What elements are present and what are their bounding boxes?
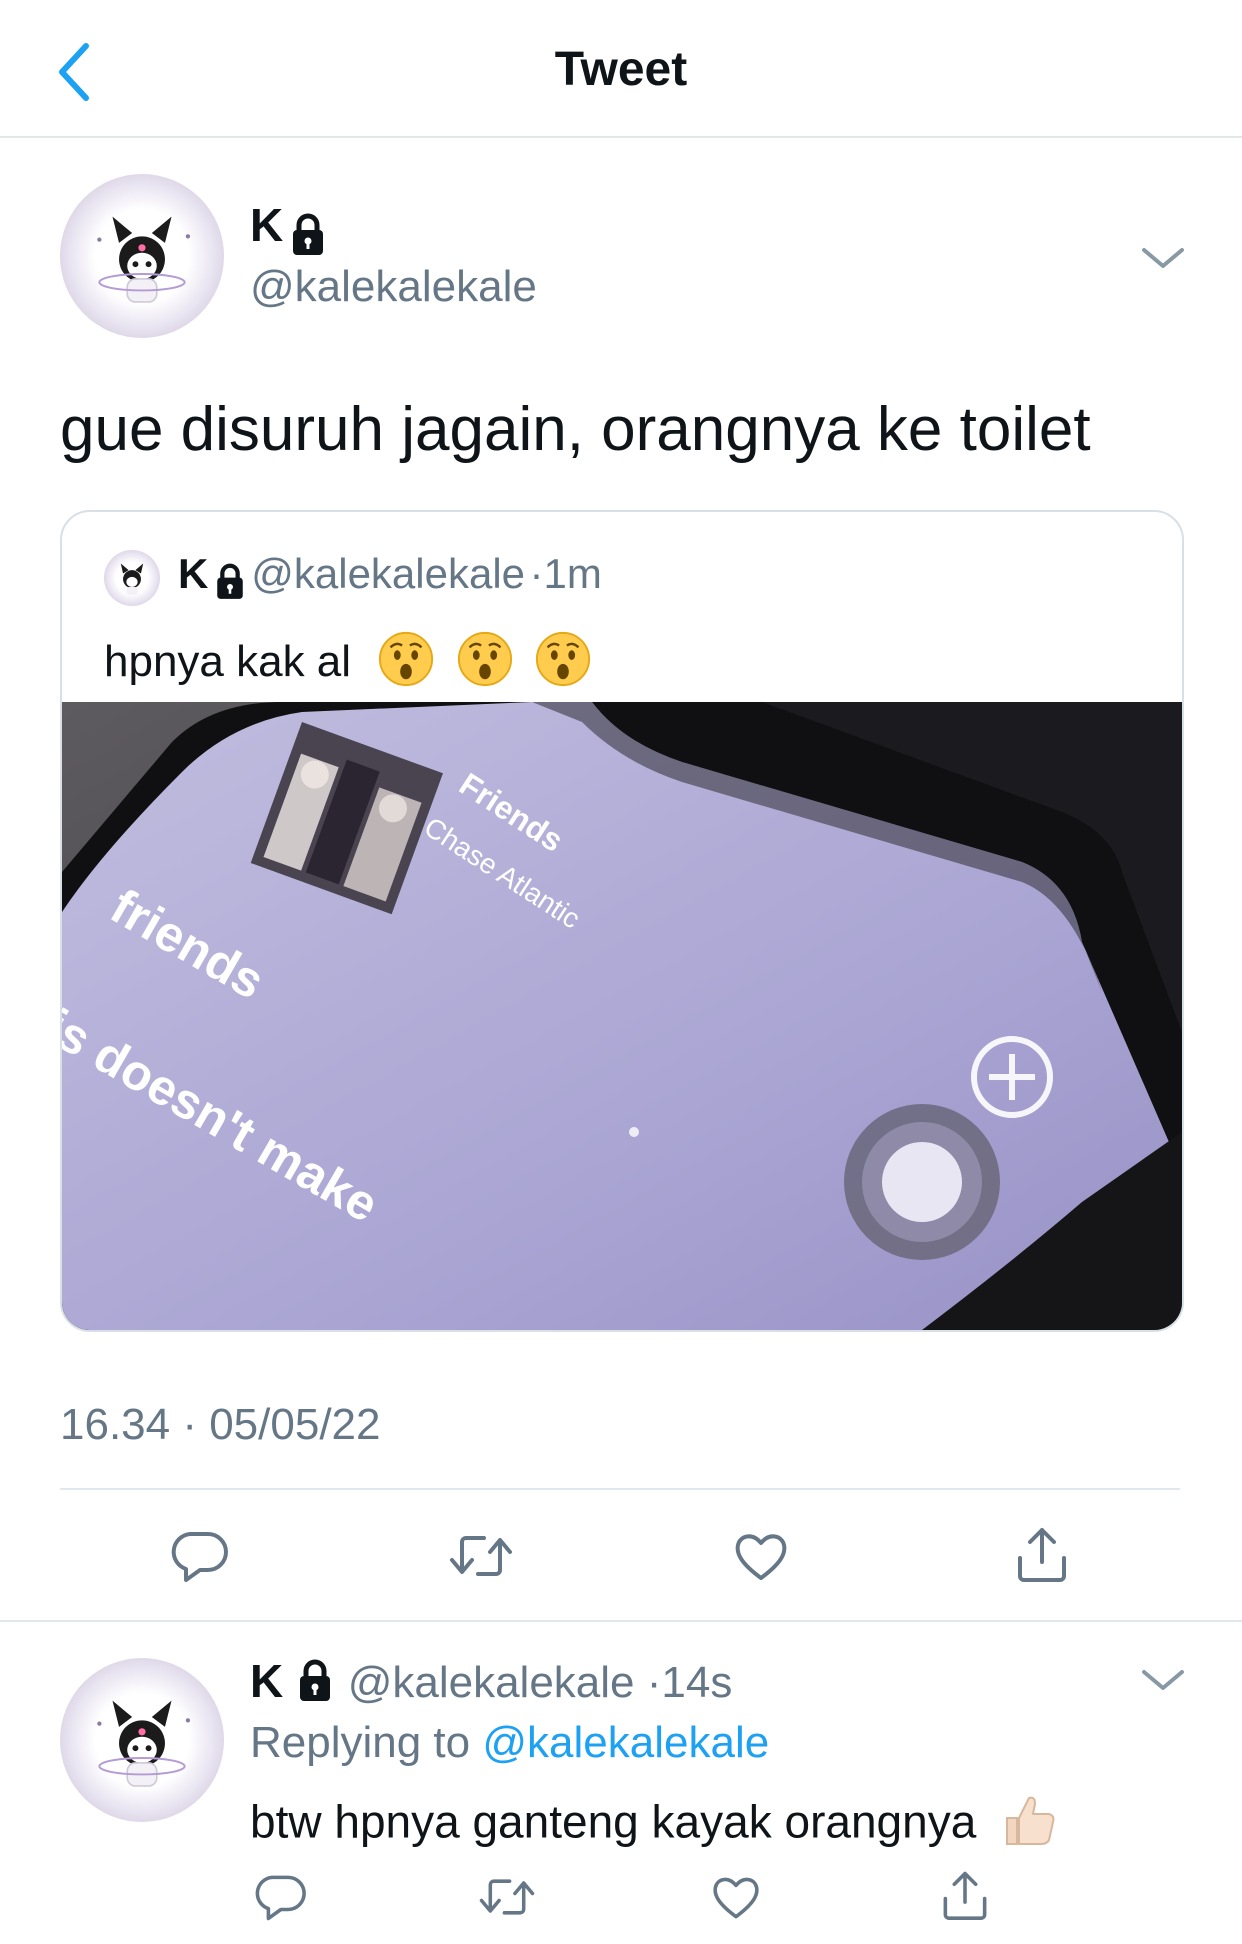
lock-icon	[288, 211, 328, 262]
reply-avatar[interactable]	[60, 1658, 224, 1822]
record-button-icon	[844, 1104, 1000, 1260]
hushed-face-emoji	[534, 630, 592, 699]
reply-author-handle[interactable]: @kalekalekale	[348, 1658, 635, 1707]
chevron-down-icon[interactable]	[1140, 1666, 1186, 1694]
quote-avatar	[104, 550, 160, 606]
author-name: K	[250, 199, 284, 251]
author-name-row: K	[250, 198, 328, 262]
reply-icon[interactable]	[170, 1528, 228, 1584]
quote-author-name: K	[178, 550, 209, 597]
quote-time: 1m	[543, 550, 602, 597]
top-bar: Tweet	[0, 0, 1242, 138]
lock-icon	[213, 561, 247, 606]
share-icon[interactable]	[1014, 1524, 1070, 1584]
tweet-timestamp: 16.34 · 05/05/22	[60, 1400, 381, 1449]
quote-header: K @kalekalekale ·1m	[178, 550, 602, 606]
reply-text-row: btw hpnya ganteng kayak orangnya	[250, 1790, 1059, 1861]
replying-to-label: Replying to	[250, 1718, 471, 1767]
retweet-icon[interactable]	[478, 1874, 536, 1920]
quote-author-handle: @kalekalekale	[251, 550, 526, 597]
quote-text: hpnya kak al	[104, 637, 352, 687]
divider	[0, 1620, 1242, 1622]
replying-to: Replying to @kalekalekale	[250, 1718, 769, 1768]
avatar[interactable]	[60, 174, 224, 338]
quote-photo[interactable]: Friends Chase Atlantic friends is doesn'…	[62, 702, 1182, 1330]
divider	[60, 1488, 1180, 1490]
like-icon[interactable]	[710, 1872, 762, 1922]
lock-icon	[295, 1657, 335, 1714]
share-icon[interactable]	[940, 1868, 990, 1922]
retweet-icon[interactable]	[448, 1530, 514, 1582]
dot-separator: ·	[529, 550, 544, 597]
reply-time: 14s	[661, 1658, 733, 1707]
dot-separator: ·	[646, 1658, 662, 1707]
tweet-text: gue disuruh jagain, orangnya ke toilet	[60, 395, 1091, 464]
reply-text: btw hpnya ganteng kayak orangnya	[250, 1795, 977, 1848]
reply-author-name: K	[250, 1655, 284, 1707]
quote-text-row: hpnya kak al	[104, 630, 592, 699]
like-icon[interactable]	[732, 1528, 790, 1584]
chevron-down-icon[interactable]	[1140, 244, 1186, 272]
quoted-tweet[interactable]: K @kalekalekale ·1m hpnya kak al Friends…	[60, 510, 1184, 1332]
hushed-face-emoji	[377, 630, 435, 699]
thumbs-up-emoji	[999, 1790, 1059, 1861]
replying-to-handle-link[interactable]: @kalekalekale	[482, 1718, 769, 1767]
author-handle[interactable]: @kalekalekale	[250, 262, 537, 312]
reply-header: K @kalekalekale ·14s	[250, 1654, 732, 1714]
hushed-face-emoji	[456, 630, 514, 699]
reply-icon[interactable]	[254, 1872, 306, 1922]
page-title: Tweet	[554, 43, 688, 96]
